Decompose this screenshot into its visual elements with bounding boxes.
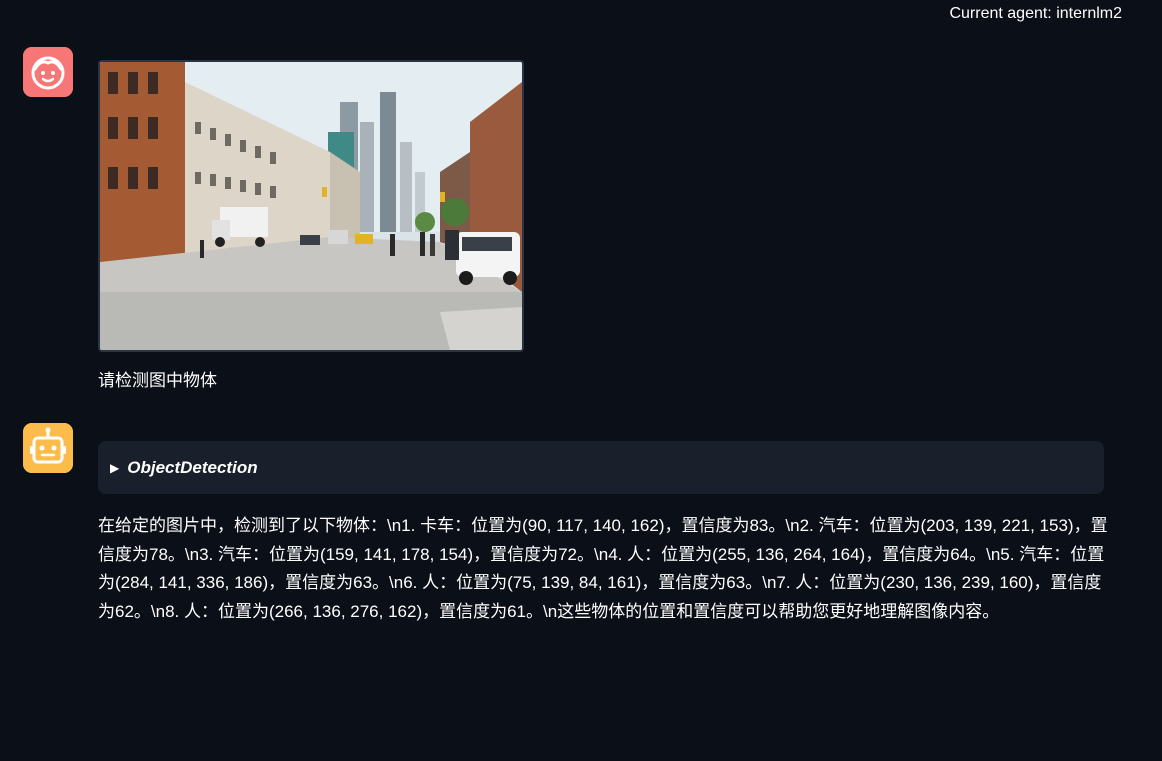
- uploaded-image: [98, 60, 524, 352]
- chat-page: Current agent: internlm2 请检测图中物体 ▶ Objec…: [0, 0, 1162, 761]
- tool-call-name: ObjectDetection: [127, 457, 258, 477]
- user-message: 请检测图中物体: [98, 371, 217, 390]
- robot-face-icon: [23, 423, 73, 473]
- user-face-icon: [23, 47, 73, 97]
- user-avatar: [23, 47, 73, 97]
- current-agent-label: Current agent: internlm2: [949, 5, 1122, 22]
- tool-call-toggle[interactable]: ▶ ObjectDetection: [98, 441, 1104, 494]
- bot-avatar: [23, 423, 73, 473]
- triangle-right-icon: ▶: [110, 460, 120, 475]
- street-photo: [100, 62, 522, 350]
- bot-message: 在给定的图片中，检测到了以下物体：\n1. 卡车：位置为(90, 117, 14…: [98, 516, 1108, 621]
